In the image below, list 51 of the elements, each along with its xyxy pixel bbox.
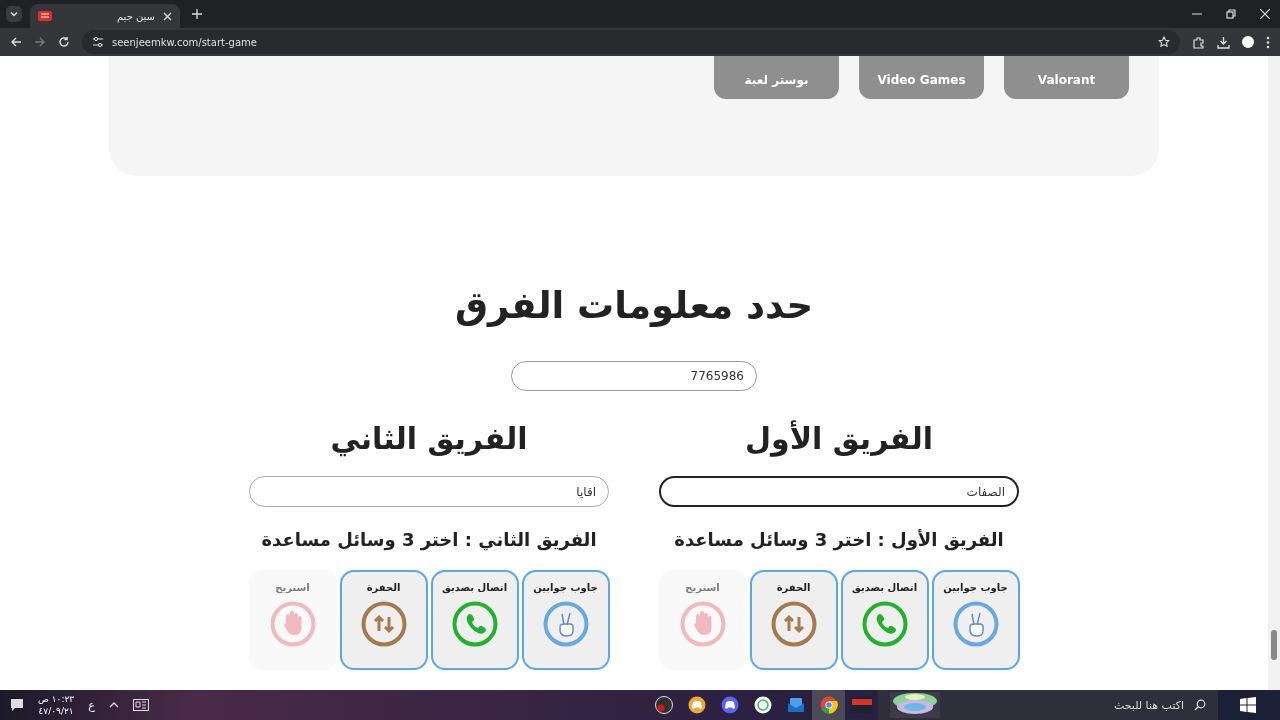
helper-option[interactable]: استريح xyxy=(658,570,747,670)
back-icon[interactable] xyxy=(10,36,22,48)
extensions-icon[interactable] xyxy=(1192,35,1205,49)
browser-tab[interactable]: سين جيم xyxy=(30,4,180,28)
windows-start-icon[interactable] xyxy=(1240,697,1256,713)
search-icon xyxy=(1194,699,1206,711)
site-settings-icon[interactable] xyxy=(92,36,104,48)
forward-icon[interactable] xyxy=(34,36,46,48)
notification-icon[interactable] xyxy=(10,698,24,712)
helper-option[interactable]: الحفرة xyxy=(749,570,838,670)
language-indicator[interactable]: ع xyxy=(88,698,95,712)
tab-search-icon[interactable] xyxy=(6,6,22,22)
clock[interactable]: ١٠:٢٣ ص ٤٧/٠٩/٢١ xyxy=(38,693,75,717)
close-icon[interactable] xyxy=(163,11,172,21)
hand-icon xyxy=(269,601,316,647)
helper-option[interactable]: جاوب جوابين xyxy=(931,570,1020,670)
helper-option[interactable]: اتصال بصديق xyxy=(840,570,929,670)
helper-option[interactable]: اتصال بصديق xyxy=(430,570,519,670)
swap-arrows-icon xyxy=(360,601,407,647)
chevron-up-icon[interactable] xyxy=(108,701,119,709)
swap-arrows-icon xyxy=(770,601,817,647)
helpers-heading: الفريق الثاني : اختر 3 وسائل مساعدة xyxy=(261,529,597,550)
phone-icon xyxy=(861,601,908,647)
helper-option[interactable]: جاوب جوابين xyxy=(521,570,610,670)
close-icon[interactable] xyxy=(1260,9,1270,19)
helpers-heading: الفريق الأول : اختر 3 وسائل مساعدة xyxy=(674,529,1004,550)
menu-icon[interactable] xyxy=(1266,35,1270,49)
download-icon[interactable] xyxy=(1217,35,1230,49)
helper-option[interactable]: الحفرة xyxy=(339,570,428,670)
phone-icon xyxy=(451,601,498,647)
profile-avatar[interactable] xyxy=(1242,36,1254,48)
section-title: حدد معلومات الفرق xyxy=(454,284,814,327)
hand-icon xyxy=(679,601,726,647)
input-field[interactable]: 7765986 xyxy=(511,361,757,391)
reload-icon[interactable] xyxy=(58,36,70,48)
news-icon[interactable] xyxy=(132,699,149,711)
input-field[interactable]: اقايا xyxy=(249,476,609,507)
input-field[interactable]: الصفات xyxy=(659,476,1019,507)
taskbar-search-field[interactable]: اكتب هنا للبحث xyxy=(878,690,1218,720)
new-tab-icon[interactable] xyxy=(192,9,202,19)
team-title: الفريق الثاني xyxy=(330,421,528,456)
tab-title: سين جيم xyxy=(116,10,155,22)
bookmark-star-icon[interactable] xyxy=(1158,36,1170,48)
logo-icon xyxy=(38,10,52,22)
chrome-icon[interactable] xyxy=(812,690,845,720)
helper-option[interactable]: استريح xyxy=(248,570,337,670)
peace-hand-icon xyxy=(952,601,999,647)
restore-icon[interactable] xyxy=(1226,9,1236,19)
peace-hand-icon xyxy=(542,601,589,647)
address-bar[interactable]: seenjeemkw.com/start-game xyxy=(82,30,1180,54)
team-title: الفريق الأول xyxy=(745,421,933,456)
